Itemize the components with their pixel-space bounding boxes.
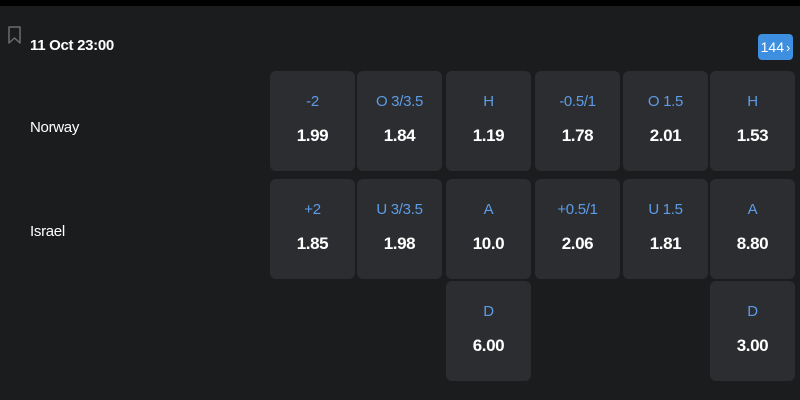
odd-cell-home-handicap[interactable]: -2 1.99 <box>270 71 355 171</box>
odd-label: U 1.5 <box>648 201 683 218</box>
odd-cell-draw-half[interactable]: D 3.00 <box>710 281 795 381</box>
odd-value: 1.81 <box>649 234 682 253</box>
odd-value: 2.06 <box>561 234 594 253</box>
odd-label: H <box>483 93 494 110</box>
odd-label: -0.5/1 <box>559 93 596 110</box>
odd-label: U 3/3.5 <box>376 201 423 218</box>
kickoff-time: 11 Oct 23:00 <box>30 37 114 54</box>
odd-cell-under-total[interactable]: U 3/3.5 1.98 <box>357 179 442 279</box>
match-card: 11 Oct 23:00 144 › Norway Israel -2 1.99… <box>0 6 800 400</box>
odd-cell-over-total-half[interactable]: O 1.5 2.01 <box>623 71 708 171</box>
odd-cell-home-win-half[interactable]: H 1.53 <box>710 71 795 171</box>
odd-label: O 1.5 <box>647 93 684 110</box>
odd-label: D <box>483 303 494 320</box>
odd-value: 2.01 <box>649 126 682 145</box>
odd-value: 10.0 <box>472 234 505 253</box>
odd-cell-over-total[interactable]: O 3/3.5 1.84 <box>357 71 442 171</box>
odd-value: 1.53 <box>736 126 769 145</box>
odd-label: H <box>747 93 758 110</box>
chevron-right-icon: › <box>786 39 791 55</box>
away-team-name: Israel <box>30 223 65 240</box>
odd-label: O 3/3.5 <box>375 93 424 110</box>
odd-value: 1.98 <box>383 234 416 253</box>
odd-value: 1.78 <box>561 126 594 145</box>
odd-cell-home-handicap-half[interactable]: -0.5/1 1.78 <box>535 71 620 171</box>
odd-value: 1.99 <box>296 126 329 145</box>
odd-label: +0.5/1 <box>557 201 598 218</box>
more-markets-button[interactable]: 144 › <box>758 34 793 60</box>
more-markets-count: 144 <box>760 39 784 55</box>
odd-value: 3.00 <box>736 336 769 355</box>
odd-cell-home-win[interactable]: H 1.19 <box>446 71 531 171</box>
odd-label: D <box>747 303 758 320</box>
odd-label: +2 <box>304 201 321 218</box>
odd-cell-under-total-half[interactable]: U 1.5 1.81 <box>623 179 708 279</box>
home-team-name: Norway <box>30 119 80 136</box>
odd-cell-away-handicap[interactable]: +2 1.85 <box>270 179 355 279</box>
odd-value: 6.00 <box>472 336 505 355</box>
odd-value: 1.84 <box>383 126 416 145</box>
odd-label: A <box>747 201 758 218</box>
bookmark-icon[interactable] <box>8 26 21 44</box>
odd-value: 8.80 <box>736 234 769 253</box>
odd-cell-away-win[interactable]: A 10.0 <box>446 179 531 279</box>
odd-label: A <box>483 201 494 218</box>
odd-value: 1.85 <box>296 234 329 253</box>
odd-cell-away-win-half[interactable]: A 8.80 <box>710 179 795 279</box>
odd-label: -2 <box>306 93 319 110</box>
odd-value: 1.19 <box>472 126 505 145</box>
odd-cell-away-handicap-half[interactable]: +0.5/1 2.06 <box>535 179 620 279</box>
odd-cell-draw[interactable]: D 6.00 <box>446 281 531 381</box>
